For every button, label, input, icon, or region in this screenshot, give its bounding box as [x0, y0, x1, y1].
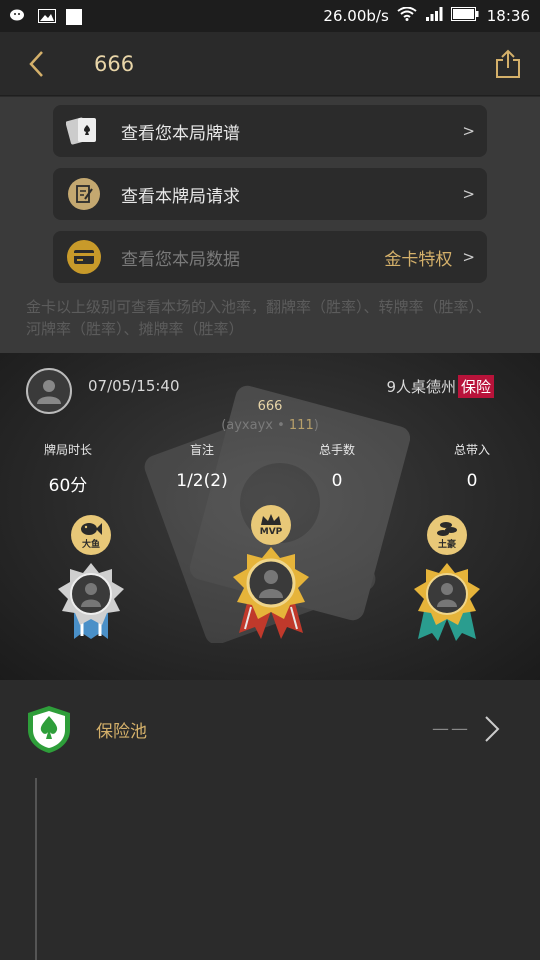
chevron-right-icon: > [462, 248, 475, 266]
square-icon [66, 9, 84, 25]
game-date: 07/05/15:40 [88, 377, 180, 395]
medal-mvp[interactable]: MVP [225, 505, 317, 639]
menu-item-label: 查看您本局牌谱 [121, 123, 240, 144]
share-icon [496, 49, 520, 78]
stat-label-buyin: 总带入 [453, 443, 490, 457]
network-speed: 26.00b/s [323, 7, 389, 25]
wifi-icon [397, 6, 417, 25]
menu-item-label: 查看本牌局请求 [121, 186, 240, 207]
table-type: 9人桌德州 [386, 378, 456, 396]
gold-card-icon [65, 238, 103, 276]
game-summary-card: 07/05/15:40 9人桌德州 保险 666 (ayxayx • 111) … [0, 353, 540, 680]
medal-title: MVP [259, 527, 283, 537]
stat-label-duration: 牌局时长 [43, 443, 92, 457]
stat-label-blinds: 盲注 [189, 443, 214, 457]
status-bar: 26.00b/s 18:36 [0, 0, 540, 32]
menu-item-hand-history[interactable]: 查看您本局牌谱 > [53, 105, 487, 157]
spade-shield-icon [28, 706, 70, 753]
top-menu-area: 查看您本局牌谱 > 查看本牌局请求 > 查看您本局数据 金卡特权 > 金卡以上级… [0, 97, 540, 353]
insurance-pool-value: —— [432, 719, 470, 739]
fish-icon: 大鱼 [71, 515, 111, 555]
chevron-right-icon [485, 716, 500, 742]
gold-card-privilege: 金卡特权 [384, 249, 453, 270]
gold-card-tip: 金卡以上级别可查看本场的入池率，翻牌率（胜率）、转牌率（胜率）、河牌率（胜率）、… [26, 298, 492, 338]
signal-icon [425, 7, 443, 25]
medal-title: 土豪 [437, 539, 456, 550]
edit-request-icon [65, 175, 103, 213]
menu-item-game-data[interactable]: 查看您本局数据 金卡特权 > [53, 231, 487, 283]
crown-icon: MVP [251, 505, 291, 545]
stat-value-blinds: 1/2(2) [176, 471, 228, 491]
stat-value-buyin: 0 [466, 471, 478, 491]
medal-tycoon[interactable]: 土豪 [406, 513, 488, 643]
coins-icon: 土豪 [427, 515, 467, 555]
wechat-icon [10, 9, 28, 23]
menu-item-label: 查看您本局数据 [121, 249, 240, 270]
battery-icon [450, 7, 479, 25]
timeline-line [35, 778, 37, 960]
image-icon [38, 9, 56, 23]
page-title: 666 [94, 51, 135, 76]
insurance-pool-label: 保险池 [96, 721, 147, 742]
nav-bar: 666 [0, 32, 540, 96]
back-button[interactable] [0, 32, 72, 96]
clock: 18:36 [486, 7, 530, 25]
cards-icon [65, 112, 103, 150]
chevron-right-icon: > [462, 122, 475, 140]
menu-item-game-requests[interactable]: 查看本牌局请求 > [53, 168, 487, 220]
insurance-pool-row[interactable]: 保险池 —— [0, 680, 540, 778]
insurance-badge: 保险 [457, 375, 494, 398]
share-button[interactable] [476, 32, 540, 96]
chevron-right-icon: > [462, 185, 475, 203]
stat-value-duration: 60分 [48, 476, 88, 496]
stat-value-hands: 0 [331, 471, 343, 491]
stat-label-hands: 总手数 [318, 443, 355, 457]
chevron-left-icon [29, 50, 43, 77]
medal-big-fish[interactable]: 大鱼 [50, 513, 132, 643]
game-host: (ayxayx • 111) [221, 418, 319, 433]
medal-title: 大鱼 [81, 539, 100, 550]
game-name: 666 [257, 399, 283, 414]
